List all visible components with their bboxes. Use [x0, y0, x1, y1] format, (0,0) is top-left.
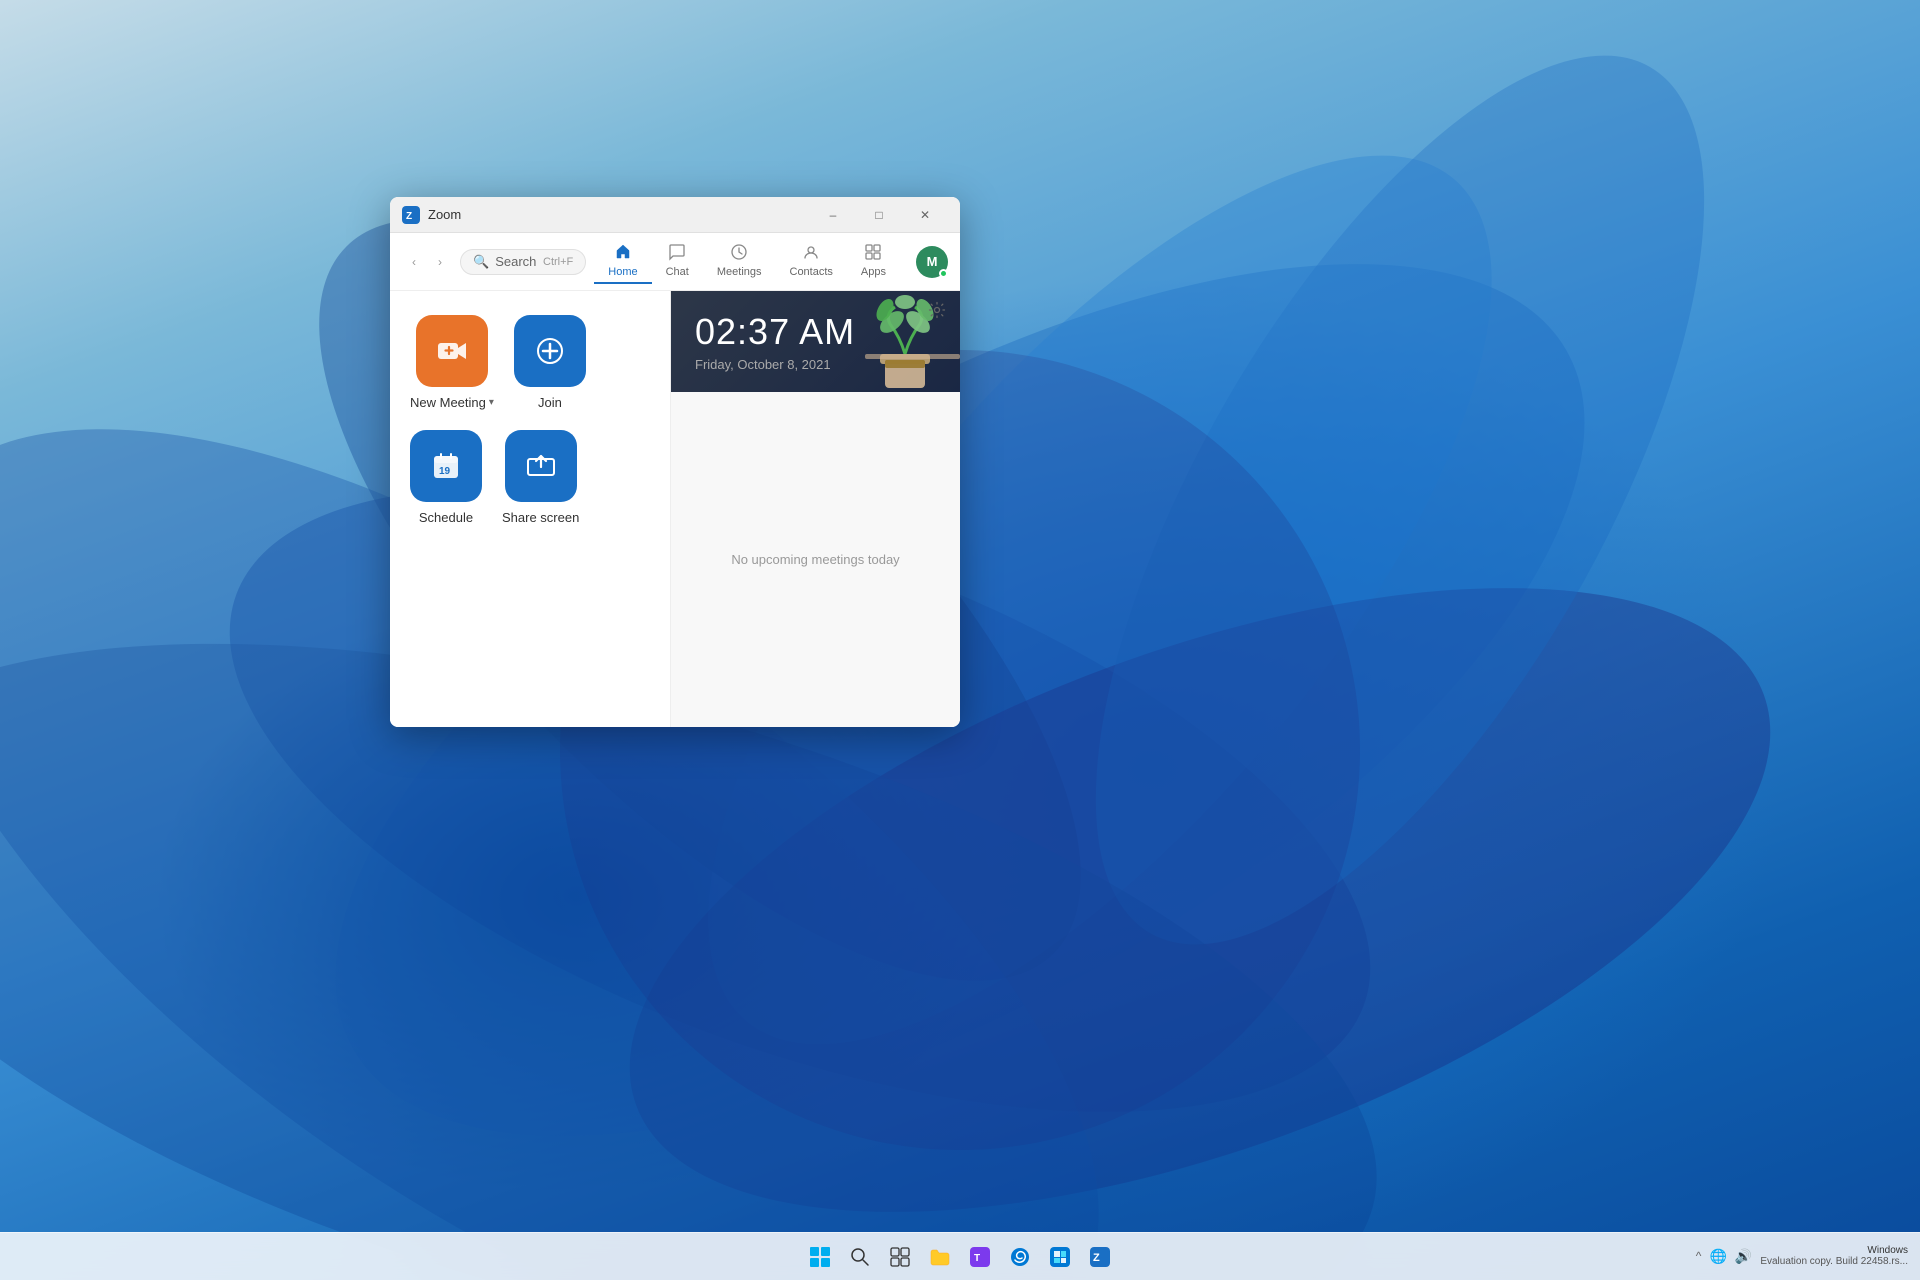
join-label: Join	[538, 395, 562, 410]
join-button[interactable]: Join	[514, 315, 586, 410]
taskbar: T Z	[0, 1232, 1920, 1280]
window-controls: – □ ✕	[810, 200, 948, 230]
new-meeting-icon	[416, 315, 488, 387]
taskbar-search-button[interactable]	[842, 1239, 878, 1275]
chat-icon	[668, 243, 686, 264]
zoom-window: Z Zoom – □ ✕ ‹ › 🔍 Search Ctrl+F	[390, 197, 960, 727]
tab-chat[interactable]: Chat	[652, 239, 703, 284]
tab-meetings-label: Meetings	[717, 266, 762, 278]
nav-arrows: ‹ ›	[402, 250, 452, 274]
taskbar-icons: T Z	[802, 1239, 1118, 1275]
avatar-initials: M	[927, 254, 938, 269]
meetings-panel: No upcoming meetings today	[671, 392, 960, 727]
join-icon	[514, 315, 586, 387]
close-button[interactable]: ✕	[902, 200, 948, 230]
taskbar-corner-info: Windows Evaluation copy. Build 22458.rs.…	[1760, 1245, 1908, 1267]
build-text: Evaluation copy. Build 22458.rs...	[1760, 1256, 1908, 1267]
home-icon	[614, 243, 632, 264]
nav-tabs: Home Chat Meetings	[594, 239, 900, 284]
new-meeting-button[interactable]: New Meeting ▾	[410, 315, 494, 410]
schedule-button[interactable]: 19 Schedule	[410, 430, 482, 525]
search-shortcut: Ctrl+F	[543, 256, 573, 268]
tab-contacts[interactable]: Contacts	[776, 239, 847, 284]
action-row-2: 19 Schedule Share screen	[410, 430, 650, 525]
share-screen-button[interactable]: Share screen	[502, 430, 579, 525]
svg-text:T: T	[974, 1253, 980, 1264]
right-panel: 02:37 AM Friday, October 8, 2021	[670, 291, 960, 727]
forward-button[interactable]: ›	[428, 250, 452, 274]
no-meetings-text: No upcoming meetings today	[731, 552, 899, 567]
volume-icon: 🔊	[1735, 1248, 1752, 1265]
wallpaper-decoration	[0, 0, 1920, 1280]
meetings-icon	[730, 243, 748, 264]
task-view-button[interactable]	[882, 1239, 918, 1275]
tab-meetings[interactable]: Meetings	[703, 239, 776, 284]
svg-text:Z: Z	[1093, 1252, 1100, 1264]
schedule-label: Schedule	[419, 510, 473, 525]
svg-text:19: 19	[439, 466, 451, 477]
actions-panel: New Meeting ▾ Join	[390, 291, 670, 727]
taskbar-zoom-button[interactable]: Z	[1082, 1239, 1118, 1275]
start-button[interactable]	[802, 1239, 838, 1275]
settings-button[interactable]	[922, 295, 952, 325]
file-explorer-button[interactable]	[922, 1239, 958, 1275]
store-button[interactable]	[1042, 1239, 1078, 1275]
share-screen-label: Share screen	[502, 510, 579, 525]
tab-apps-label: Apps	[861, 266, 886, 278]
teams-button[interactable]: T	[962, 1239, 998, 1275]
tab-home[interactable]: Home	[594, 239, 651, 284]
online-indicator	[939, 269, 948, 278]
minimize-button[interactable]: –	[810, 200, 856, 230]
svg-text:Z: Z	[406, 211, 412, 222]
user-avatar[interactable]: M	[916, 246, 948, 278]
apps-icon	[864, 243, 882, 264]
schedule-icon: 19	[410, 430, 482, 502]
new-meeting-label: New Meeting ▾	[410, 395, 494, 410]
share-screen-icon	[505, 430, 577, 502]
zoom-logo: Z	[402, 206, 420, 224]
title-bar: Z Zoom – □ ✕	[390, 197, 960, 233]
edge-button[interactable]	[1002, 1239, 1038, 1275]
contacts-icon	[802, 243, 820, 264]
tab-chat-label: Chat	[666, 266, 689, 278]
windows-text: Windows	[1760, 1245, 1908, 1256]
chevron-up-icon[interactable]: ^	[1696, 1249, 1702, 1263]
tab-home-label: Home	[608, 266, 637, 278]
nav-bar: ‹ › 🔍 Search Ctrl+F Home	[390, 233, 960, 291]
back-button[interactable]: ‹	[402, 250, 426, 274]
clock-card: 02:37 AM Friday, October 8, 2021	[671, 291, 960, 392]
action-row-1: New Meeting ▾ Join	[410, 315, 650, 410]
dropdown-arrow: ▾	[489, 397, 494, 408]
search-box[interactable]: 🔍 Search Ctrl+F	[460, 249, 586, 275]
maximize-button[interactable]: □	[856, 200, 902, 230]
tab-contacts-label: Contacts	[790, 266, 833, 278]
network-icon: 🌐	[1709, 1248, 1726, 1265]
tab-apps[interactable]: Apps	[847, 239, 900, 284]
search-label: Search	[495, 254, 536, 269]
window-title: Zoom	[428, 207, 810, 222]
search-icon: 🔍	[473, 254, 489, 270]
